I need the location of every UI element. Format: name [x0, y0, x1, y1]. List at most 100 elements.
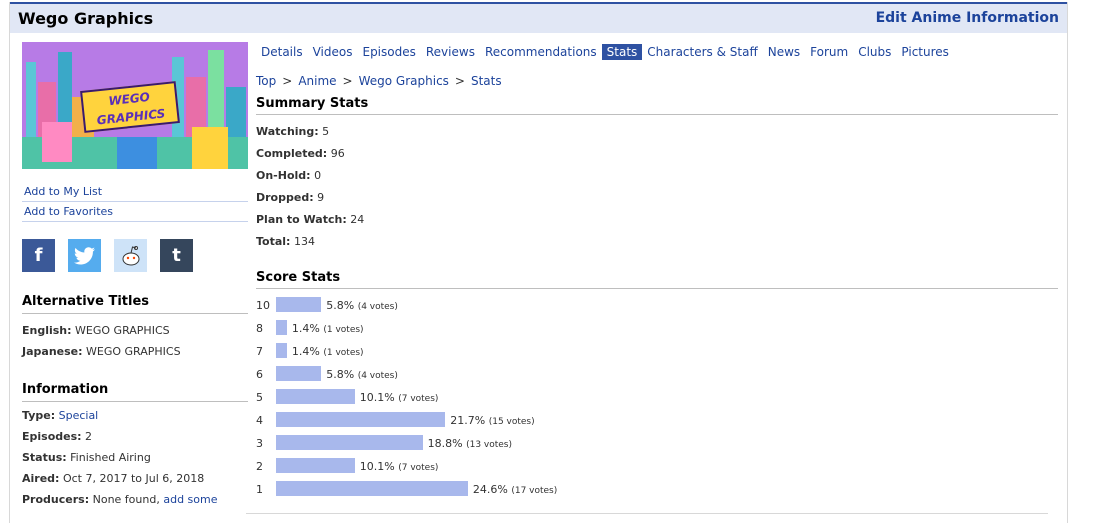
facebook-icon[interactable]: f [22, 239, 55, 272]
summary-stats-list: Watching: 5 Completed: 96 On-Hold: 0 Droppe… [256, 121, 1058, 253]
score-percentage: 21.7% (15 votes) [450, 414, 534, 427]
breadcrumb-item[interactable]: Stats [471, 74, 502, 88]
breadcrumb-item[interactable]: Top [256, 74, 276, 88]
information-section: Information Type: Special Episodes: 2 St… [22, 382, 248, 510]
tab-news[interactable]: News [763, 44, 805, 60]
summary-stat-label: On-Hold: [256, 169, 311, 182]
summary-stats-section: Summary Stats Watching: 5 Completed: 96 On… [256, 96, 1058, 253]
share-buttons: f t [22, 239, 248, 272]
score-bar [276, 389, 355, 404]
score-bar [276, 481, 468, 496]
tab-characters-staff[interactable]: Characters & Staff [642, 44, 762, 60]
score-percentage-value: 1.4% [291, 345, 320, 358]
score-bar [276, 458, 355, 473]
add-producers-link[interactable]: add some [163, 493, 217, 506]
score-percentage-value: 10.1% [359, 391, 395, 404]
breadcrumb-separator: > [454, 74, 465, 88]
score-percentage: 5.8% (4 votes) [326, 299, 398, 312]
score-bar [276, 435, 423, 450]
japanese-title: Japanese: WEGO GRAPHICS [22, 345, 181, 358]
tab-videos[interactable]: Videos [308, 44, 358, 60]
tab-pictures[interactable]: Pictures [896, 44, 954, 60]
info-status: Status: Finished Airing [22, 451, 151, 464]
score-label: 10 [256, 299, 270, 312]
score-percentage: 5.8% (4 votes) [326, 368, 398, 381]
list-actions: Add to My List Add to Favorites [22, 182, 248, 222]
score-votes: (13 votes) [466, 440, 513, 450]
tumblr-icon[interactable]: t [160, 239, 193, 272]
summary-stat-label: Watching: [256, 125, 319, 138]
breadcrumb-item[interactable]: Anime [298, 74, 336, 88]
score-votes: (17 votes) [511, 486, 558, 496]
score-percentage-value: 18.8% [427, 437, 463, 450]
score-percentage-value: 5.8% [326, 299, 355, 312]
score-bar [276, 297, 322, 312]
score-row: 4 21.7% (15 votes) [256, 409, 1058, 432]
page-title: Wego Graphics [18, 9, 154, 28]
score-label: 1 [256, 483, 263, 496]
info-episodes: Episodes: 2 [22, 430, 93, 443]
reddit-icon[interactable] [114, 239, 147, 272]
summary-stat-label: Plan to Watch: [256, 213, 347, 226]
english-title: English: WEGO GRAPHICS [22, 324, 170, 337]
tab-forum[interactable]: Forum [805, 44, 853, 60]
summary-stat-value: 134 [293, 235, 315, 248]
score-percentage: 24.6% (17 votes) [473, 483, 557, 496]
summary-stat-row: On-Hold: 0 [256, 165, 1058, 187]
breadcrumb-separator: > [282, 74, 293, 88]
score-percentage-value: 24.6% [472, 483, 508, 496]
twitter-icon[interactable] [68, 239, 101, 272]
summary-stat-row: Watching: 5 [256, 121, 1058, 143]
score-percentage-value: 1.4% [291, 322, 320, 335]
navigation-tabs: Details Videos Episodes Reviews Recommendati… [256, 42, 1058, 61]
score-stats-heading: Score Stats [256, 270, 1058, 289]
score-votes: (15 votes) [488, 417, 535, 427]
type-link[interactable]: Special [59, 409, 99, 422]
alternative-titles-section: Alternative Titles English: WEGO GRAPHIC… [22, 294, 248, 362]
score-label: 4 [256, 414, 263, 427]
score-row: 7 1.4% (1 votes) [256, 340, 1058, 363]
alternative-titles-heading: Alternative Titles [22, 294, 248, 314]
score-percentage-value: 5.8% [326, 368, 355, 381]
score-label: 6 [256, 368, 263, 381]
summary-stat-label: Completed: [256, 147, 328, 160]
cover-image[interactable]: WEGO GRAPHICS [22, 42, 248, 169]
score-votes: (4 votes) [357, 302, 398, 312]
info-type: Type: Special [22, 409, 99, 422]
tab-episodes[interactable]: Episodes [357, 44, 420, 60]
score-stats-section: Score Stats 10 5.8% (4 votes) 8 1.4% (1 vot… [256, 270, 1058, 501]
score-label: 2 [256, 460, 263, 473]
summary-stat-label: Dropped: [256, 191, 314, 204]
add-to-favorites-link[interactable]: Add to Favorites [22, 202, 248, 222]
score-votes: (7 votes) [398, 394, 439, 404]
score-row: 5 10.1% (7 votes) [256, 386, 1058, 409]
tab-details[interactable]: Details [256, 44, 308, 60]
score-votes: (7 votes) [398, 463, 439, 473]
score-percentage: 1.4% (1 votes) [292, 322, 364, 335]
summary-stat-row: Total: 134 [256, 231, 1058, 253]
edit-anime-information-link[interactable]: Edit Anime Information [876, 10, 1059, 26]
score-percentage-value: 10.1% [359, 460, 395, 473]
score-row: 8 1.4% (1 votes) [256, 317, 1058, 340]
tab-stats[interactable]: Stats [601, 43, 643, 60]
score-row: 3 18.8% (13 votes) [256, 432, 1058, 455]
tab-recommendations[interactable]: Recommendations [480, 44, 602, 60]
tab-reviews[interactable]: Reviews [421, 44, 480, 60]
score-bar [276, 412, 446, 427]
score-row: 2 10.1% (7 votes) [256, 455, 1058, 478]
summary-stat-value: 24 [350, 213, 365, 226]
score-percentage-value: 21.7% [450, 414, 486, 427]
page-container: Wego Graphics Edit Anime Information WEG… [9, 2, 1068, 523]
score-label: 7 [256, 345, 263, 358]
page-header: Wego Graphics Edit Anime Information [10, 2, 1067, 33]
left-sidebar: WEGO GRAPHICS Add to My List Add to Favo… [22, 42, 248, 510]
score-label: 3 [256, 437, 263, 450]
content-divider [246, 513, 1048, 514]
add-to-my-list-link[interactable]: Add to My List [22, 182, 248, 202]
breadcrumb-item[interactable]: Wego Graphics [359, 74, 449, 88]
breadcrumb-separator: > [342, 74, 353, 88]
summary-stat-value: 96 [330, 147, 345, 160]
score-bar [276, 366, 322, 381]
summary-stat-row: Completed: 96 [256, 143, 1058, 165]
tab-clubs[interactable]: Clubs [853, 44, 896, 60]
